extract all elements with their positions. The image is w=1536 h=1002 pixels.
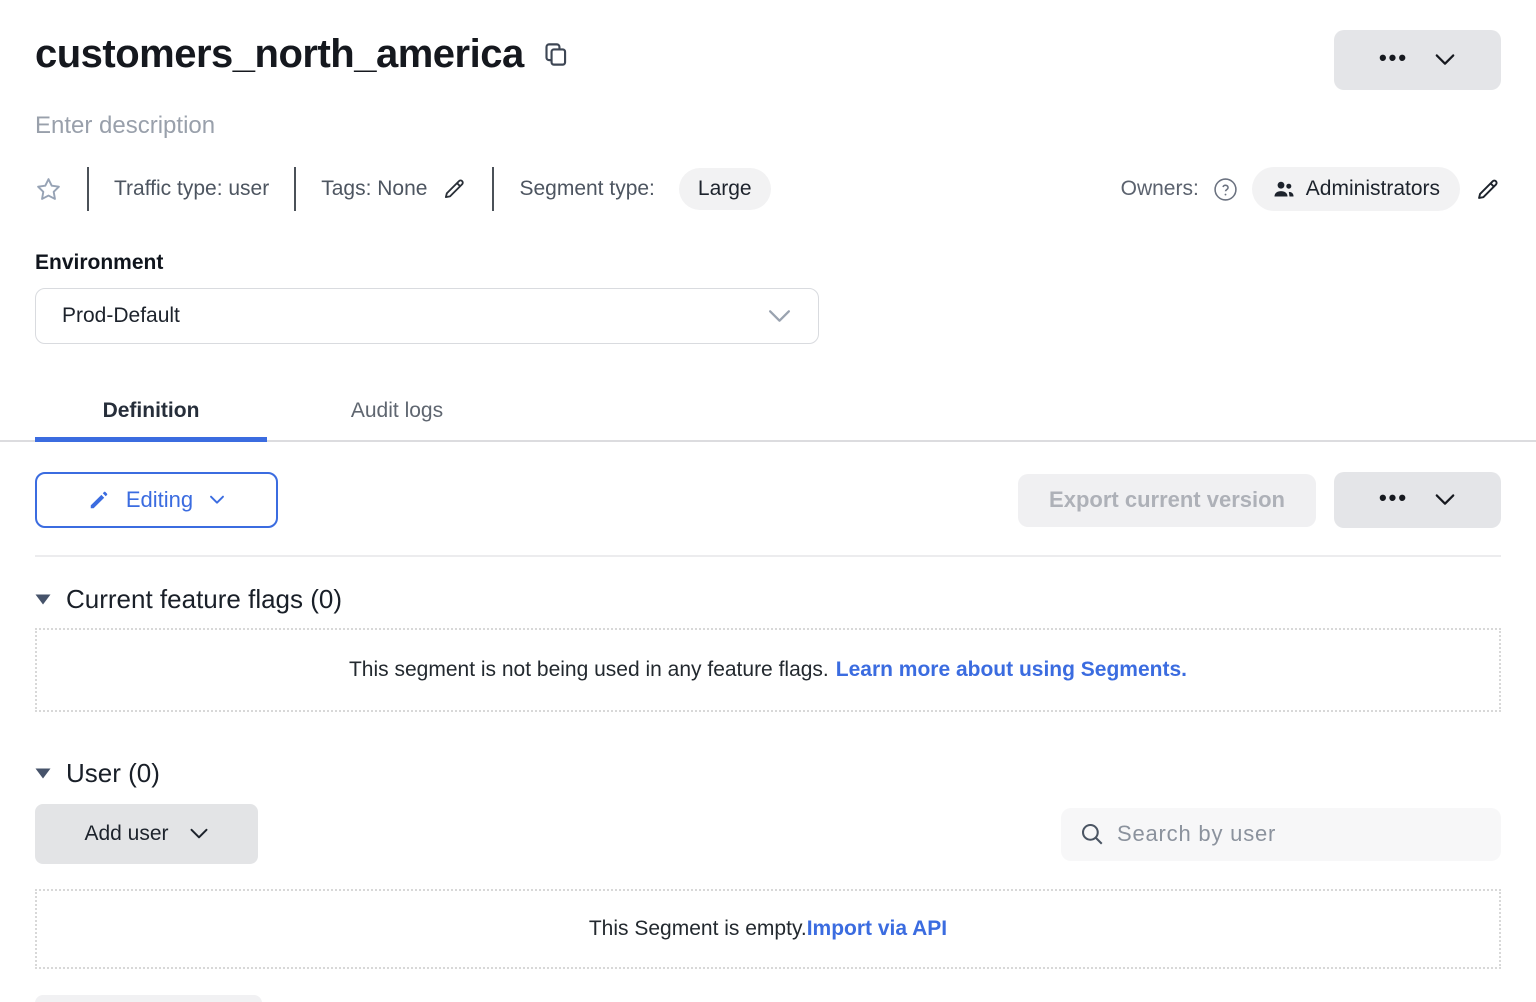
feature-flags-empty-text: This segment is not being used in any fe…: [349, 658, 829, 682]
add-user-button[interactable]: Add user: [35, 804, 258, 864]
learn-more-link[interactable]: Learn more about using Segments.: [836, 658, 1187, 682]
ellipsis-icon: •••: [1379, 47, 1408, 69]
chevron-down-icon: [189, 828, 209, 840]
chevron-down-icon: [767, 309, 792, 324]
chevron-down-icon: [209, 495, 225, 505]
owners-value: Administrators: [1306, 177, 1440, 201]
export-current-version-button[interactable]: Export current version: [1018, 474, 1316, 527]
segment-type-badge: Large: [679, 168, 771, 210]
page-title: customers_north_america: [35, 30, 524, 78]
search-by-user-input[interactable]: [1117, 821, 1483, 847]
owners-group: Owners: Administrators: [1121, 167, 1501, 211]
feature-flags-empty-state: This segment is not being used in any fe…: [35, 628, 1501, 712]
segment-type-label: Segment type:: [519, 177, 654, 201]
triangle-down-icon: [35, 768, 51, 779]
feature-flags-section-header[interactable]: Current feature flags (0): [35, 584, 342, 615]
environment-selected-value: Prod-Default: [62, 304, 180, 328]
pencil-icon: [88, 489, 110, 511]
clipped-element-edge: [35, 995, 262, 1002]
import-via-api-link[interactable]: Import via API: [807, 917, 947, 941]
environment-select[interactable]: Prod-Default: [35, 288, 819, 344]
title-wrap: customers_north_america: [35, 30, 569, 78]
triangle-down-icon: [35, 594, 51, 605]
chevron-down-icon: [1434, 493, 1456, 507]
toolbar-more-menu-button[interactable]: •••: [1334, 472, 1501, 528]
user-section-header[interactable]: User (0): [35, 758, 160, 789]
chevron-down-icon: [1434, 53, 1456, 67]
copy-icon[interactable]: [542, 40, 569, 69]
feature-flags-section-title: Current feature flags (0): [66, 584, 342, 615]
owners-badge[interactable]: Administrators: [1252, 167, 1460, 211]
search-icon: [1079, 821, 1105, 847]
editing-mode-button[interactable]: Editing: [35, 472, 278, 528]
tab-audit-logs[interactable]: Audit logs: [267, 382, 527, 440]
user-controls: Add user: [35, 804, 1501, 864]
owners-label: Owners:: [1121, 177, 1199, 201]
tab-bar: Definition Audit logs: [0, 382, 1536, 442]
tags-item: Tags: None: [321, 176, 467, 202]
toolbar-right: Export current version •••: [1018, 472, 1501, 528]
add-user-label: Add user: [84, 822, 168, 846]
tags-label: Tags: None: [321, 177, 427, 201]
meta-row: Traffic type: user Tags: None Segment ty…: [35, 165, 1501, 213]
meta-divider: [294, 167, 296, 211]
section-divider: [35, 555, 1501, 557]
user-section-title: User (0): [66, 758, 160, 789]
tab-definition[interactable]: Definition: [35, 382, 267, 440]
ellipsis-icon: •••: [1379, 487, 1408, 509]
user-search-box: [1061, 808, 1501, 861]
segment-type-item: Segment type: Large: [519, 168, 770, 210]
editing-label: Editing: [126, 487, 193, 513]
description-field[interactable]: Enter description: [35, 112, 1501, 140]
page-header: customers_north_america •••: [35, 30, 1501, 90]
star-icon[interactable]: [35, 176, 62, 203]
edit-owners-pencil-icon[interactable]: [1474, 176, 1501, 203]
segment-detail-page: customers_north_america ••• Enter descri…: [0, 0, 1536, 1002]
help-question-icon[interactable]: [1213, 177, 1238, 202]
segment-empty-text: This Segment is empty.: [589, 917, 807, 941]
edit-tags-pencil-icon[interactable]: [441, 176, 467, 202]
definition-toolbar: Editing Export current version •••: [35, 472, 1501, 528]
meta-divider: [492, 167, 494, 211]
header-more-menu-button[interactable]: •••: [1334, 30, 1501, 90]
traffic-type-label: Traffic type: user: [114, 177, 269, 201]
meta-divider: [87, 167, 89, 211]
user-empty-state: This Segment is empty. Import via API: [35, 889, 1501, 969]
environment-label: Environment: [35, 251, 1501, 275]
people-icon: [1272, 177, 1296, 201]
